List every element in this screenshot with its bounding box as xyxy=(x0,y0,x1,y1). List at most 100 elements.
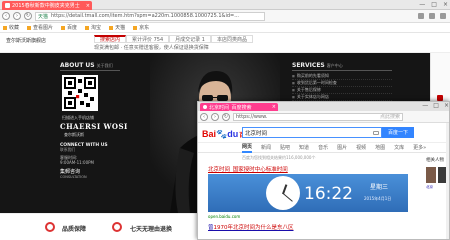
brand-name-cn: 查尔斯沃斯 xyxy=(64,132,84,137)
close-icon[interactable]: × xyxy=(443,1,448,8)
divider xyxy=(60,70,120,71)
tab-close-icon[interactable]: × xyxy=(272,104,276,110)
related-caption[interactable]: 北京 xyxy=(426,185,433,190)
url-text: https://detail.tmall.com/item.htm?spm=a2… xyxy=(51,13,239,19)
maximize-icon[interactable]: □ xyxy=(431,1,437,8)
service-item[interactable]: 收到货后第一时间检查 xyxy=(292,80,392,87)
service-hours: 客服时间: 9:00AM-11:00PM xyxy=(60,155,95,165)
store-header: 查尔斯沃斯旗舰店 搜索店内 累计评价 754 月成交记录 1 本店同类商品 现货… xyxy=(0,33,450,53)
divider xyxy=(292,70,392,71)
search-hint: 点此搜索 xyxy=(379,114,400,120)
qr-pattern-icon xyxy=(64,77,96,109)
nav-tab[interactable]: 贴吧 xyxy=(280,144,290,151)
connect-title: CONNECT WITH US 联系我们 xyxy=(60,143,108,152)
bookmark-icon xyxy=(85,25,90,30)
nav-tab[interactable]: 音乐 xyxy=(318,144,328,151)
forward-icon[interactable]: › xyxy=(211,112,219,121)
nav-tab[interactable]: 更多» xyxy=(413,144,426,151)
guarantee-label: 七天无理由退换 xyxy=(130,226,173,233)
camera-icon[interactable] xyxy=(373,130,379,135)
back-icon[interactable]: ‹ xyxy=(200,112,208,121)
minimize-icon[interactable]: — xyxy=(422,102,428,109)
site-label: 天猫 xyxy=(38,13,49,20)
toolbar-icons xyxy=(418,13,450,19)
nav-tab[interactable]: 文库 xyxy=(394,144,404,151)
bookmark-item[interactable]: 收藏 xyxy=(3,24,19,31)
service-item[interactable]: 关于售后保修 xyxy=(292,87,392,94)
result-title[interactable]: 北京时间_国家授时中心标准时间 xyxy=(208,165,288,173)
bookmark-item[interactable]: 京东 xyxy=(133,24,149,31)
service-item[interactable]: 购买前的先看须知 xyxy=(292,73,392,80)
search-button[interactable]: 百度一下 xyxy=(382,127,414,138)
bookmark-item[interactable]: 天猫 xyxy=(109,24,125,31)
clock-icon xyxy=(266,176,300,210)
store-name[interactable]: 查尔斯沃斯旗舰店 xyxy=(6,37,46,44)
bookmark-icon xyxy=(61,25,66,30)
bookmark-icon xyxy=(109,25,114,30)
search-nav: 网页 新闻 贴吧 知道 音乐 图片 视频 地图 文库 更多» xyxy=(198,143,449,153)
tab-bar: 北京时间_百度搜索 × — □ × xyxy=(198,102,449,111)
address-bar[interactable]: https://www. 点此搜索 xyxy=(233,112,403,121)
refresh-icon[interactable]: ↻ xyxy=(222,112,230,121)
maximize-icon[interactable]: □ xyxy=(433,102,439,109)
bookmark-icon xyxy=(133,25,138,30)
minimize-icon[interactable]: — xyxy=(419,1,425,8)
store-tab[interactable]: 搜索店内 xyxy=(94,35,127,43)
bookmarks-bar: 收藏 查看图片 百度 淘宝 天猫 京东 xyxy=(0,23,450,33)
brand-name: CHAERSI WOSI xyxy=(60,122,128,131)
bookmark-icon xyxy=(27,25,32,30)
forward-icon[interactable]: › xyxy=(13,12,21,20)
browser-toolbar: ‹ › ↻ https://www. 点此搜索 xyxy=(198,111,449,123)
time-widget: 16:22 星期三 2015年4月1日 xyxy=(208,174,408,212)
nav-tab[interactable]: 图片 xyxy=(337,144,347,151)
address-bar[interactable]: 天猫 https://detail.tmall.com/item.htm?spm… xyxy=(35,11,265,21)
bookmark-icon xyxy=(3,25,7,30)
paw-icon: 🐾 xyxy=(216,129,228,139)
nav-tab[interactable]: 地图 xyxy=(375,144,385,151)
current-time: 16:22 xyxy=(304,184,353,204)
tab-title: 2015春秋新款中腕皮夹克男士 xyxy=(12,3,80,9)
qr-code[interactable] xyxy=(62,75,98,111)
search-header: Bai🐾du百度 北京时间 百度一下 xyxy=(198,123,449,143)
window-controls: — □ × xyxy=(419,1,448,8)
back-icon[interactable]: ‹ xyxy=(2,12,10,20)
store-tabs: 搜索店内 累计评价 754 月成交记录 1 本店同类商品 xyxy=(94,35,253,43)
extension-icon[interactable] xyxy=(418,13,424,19)
page-favicon-icon xyxy=(5,3,10,8)
browser-toolbar: ‹ › ↻ 天猫 https://detail.tmall.com/item.h… xyxy=(0,10,450,23)
store-tab[interactable]: 累计评价 754 xyxy=(126,35,170,43)
related-image[interactable] xyxy=(426,167,436,183)
browser-tab-baidu[interactable]: 北京时间_百度搜索 × xyxy=(200,103,278,111)
refresh-icon[interactable]: ↻ xyxy=(24,12,32,20)
service-item[interactable]: 关于实体店与网店 xyxy=(292,94,392,101)
nav-tab[interactable]: 网页 xyxy=(242,143,253,153)
tab-bar: 2015春秋新款中腕皮夹克男士 × — □ × xyxy=(0,0,450,10)
store-tab[interactable]: 月成交记录 1 xyxy=(169,35,211,43)
result-title[interactable]: 曾1970年北京时间为什么是东八区 xyxy=(208,223,294,231)
download-icon[interactable] xyxy=(429,13,435,19)
nav-tab[interactable]: 知道 xyxy=(299,144,309,151)
browser-tab-tmall[interactable]: 2015春秋新款中腕皮夹克男士 × xyxy=(2,1,92,10)
search-input[interactable]: 北京时间 xyxy=(242,127,382,138)
nav-tab[interactable]: 新闻 xyxy=(261,144,271,151)
bookmark-item[interactable]: 查看图片 xyxy=(27,24,53,31)
store-tab[interactable]: 本店同类商品 xyxy=(210,35,253,43)
about-title: ABOUT US 关于我们 xyxy=(60,62,113,69)
consultation-link[interactable]: 集郵咨询 CONSULTATION xyxy=(60,168,87,179)
store-promo: 现货满包邮 · 任意买赠送客服，使人保证退换货保障 xyxy=(94,45,209,51)
bookmark-item[interactable]: 淘宝 xyxy=(85,24,101,31)
close-icon[interactable]: × xyxy=(444,102,449,109)
weekday: 星期三 xyxy=(370,184,389,191)
nav-tab[interactable]: 视频 xyxy=(356,144,366,151)
menu-icon[interactable] xyxy=(440,13,446,19)
bookmark-item[interactable]: 百度 xyxy=(61,24,77,31)
tab-title: 北京时间_百度搜索 xyxy=(209,104,252,111)
page-favicon-icon xyxy=(203,105,207,109)
scan-text: 扫描进入手机店铺 xyxy=(62,115,94,120)
minute-hand xyxy=(282,192,293,202)
url-text: https://www. xyxy=(236,113,268,120)
return-icon xyxy=(112,222,122,232)
tab-close-icon[interactable]: × xyxy=(86,3,90,9)
guarantee-label: 品质保障 xyxy=(62,226,87,233)
scrollbar[interactable] xyxy=(446,123,449,239)
